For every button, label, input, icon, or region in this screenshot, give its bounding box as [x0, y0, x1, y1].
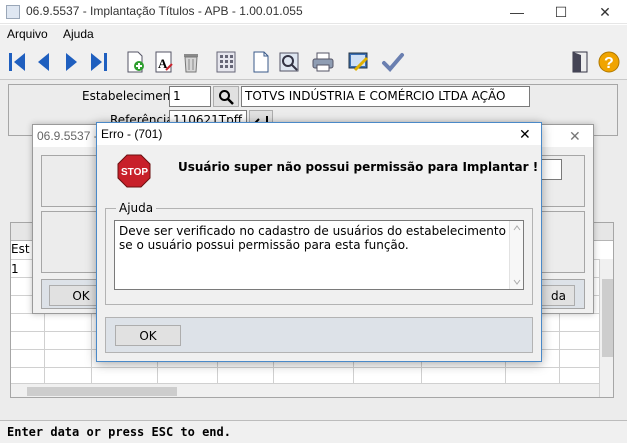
help-glyph: ? [604, 55, 614, 72]
error-dialog-button-panel: OK [105, 317, 533, 353]
close-icon: ✕ [599, 3, 611, 20]
help-group: Ajuda Deve ser verificado no cadastro de… [105, 201, 533, 305]
close-button[interactable]: ✕ [583, 0, 627, 24]
grid-hscroll-thumb[interactable] [27, 387, 177, 396]
print-preview-button[interactable] [276, 48, 302, 76]
first-record-button[interactable] [4, 48, 30, 76]
title-bar: 06.9.5537 - Implantação Títulos - APB - … [0, 0, 627, 24]
background-dialog-title: 06.9.5537 - [37, 129, 98, 143]
estabelecimento-search-button[interactable] [213, 86, 239, 107]
status-bar: Enter data or press ESC to end. [0, 420, 627, 443]
grid-header-est: Est [11, 242, 30, 256]
print-preview-icon [279, 52, 299, 72]
confirm-button[interactable] [380, 48, 406, 76]
menu-ajuda[interactable]: Ajuda [63, 27, 94, 41]
help-line-2: se o usuário possui permissão para esta … [119, 238, 409, 252]
next-record-button[interactable] [58, 48, 84, 76]
help-textarea[interactable]: Deve ser verificado no cadastro de usuár… [114, 220, 524, 290]
calculator-button[interactable] [213, 48, 239, 76]
edit-record-icon: A [155, 51, 173, 73]
estabelecimento-name: TOTVS INDÚSTRIA E COMÉRCIO LTDA AÇÃO [241, 86, 530, 107]
notes-button[interactable] [346, 48, 372, 76]
maximize-icon: ☐ [554, 3, 568, 20]
previous-record-icon [38, 53, 49, 71]
new-document-icon [253, 51, 269, 73]
help-button[interactable]: ? [596, 48, 622, 76]
error-dialog: Erro - (701) ✕ STOP Usuário super não po… [96, 122, 542, 362]
grid-line [11, 367, 613, 368]
calculator-icon [216, 51, 236, 73]
error-dialog-title: Erro - (701) [101, 127, 163, 141]
first-record-icon [9, 53, 25, 71]
add-record-icon [127, 51, 144, 73]
search-icon [219, 89, 234, 105]
help-scrollbar[interactable] [509, 221, 523, 289]
stop-icon-text: STOP [121, 167, 148, 178]
help-line-1: Deve ser verificado no cadastro de usuár… [119, 224, 506, 238]
status-text: Enter data or press ESC to end. [7, 425, 231, 439]
last-record-icon [91, 53, 107, 71]
grid-horizontal-scrollbar[interactable] [11, 383, 599, 397]
stop-icon: STOP [117, 154, 151, 188]
menu-bar: Arquivo Ajuda [0, 25, 627, 44]
help-icon: ? [598, 51, 620, 73]
last-record-button[interactable] [86, 48, 112, 76]
print-icon [312, 52, 334, 72]
add-record-button[interactable] [122, 48, 148, 76]
toolbar: A ? [0, 44, 627, 80]
help-legend: Ajuda [116, 201, 157, 215]
grid-cell-est: 1 [11, 262, 19, 276]
menu-arquivo[interactable]: Arquivo [7, 27, 48, 41]
grid-vertical-scrollbar[interactable] [599, 259, 613, 397]
minimize-icon: — [510, 4, 524, 20]
error-dialog-close-icon[interactable]: ✕ [519, 126, 531, 143]
notes-icon [348, 52, 369, 72]
print-button[interactable] [310, 48, 336, 76]
estabelecimento-input[interactable]: 1 [169, 86, 211, 107]
background-dialog-close-icon[interactable]: ✕ [569, 128, 581, 145]
error-message: Usuário super não possui permissão para … [178, 160, 539, 174]
previous-record-button[interactable] [30, 48, 56, 76]
minimize-button[interactable]: — [495, 0, 539, 24]
check-icon [382, 53, 404, 72]
maximize-button[interactable]: ☐ [539, 0, 583, 24]
new-document-button[interactable] [248, 48, 274, 76]
window-title: 06.9.5537 - Implantação Títulos - APB - … [26, 4, 303, 18]
next-record-icon [66, 53, 77, 71]
delete-record-icon [184, 54, 198, 73]
error-ok-button[interactable]: OK [115, 325, 181, 346]
edit-record-button[interactable]: A [150, 48, 176, 76]
exit-button[interactable] [567, 48, 593, 76]
error-dialog-titlebar: Erro - (701) ✕ [97, 123, 541, 145]
delete-record-button[interactable] [178, 48, 204, 76]
exit-icon [572, 51, 588, 73]
app-icon [6, 5, 20, 19]
help-scroll-arrows-icon [513, 225, 521, 285]
grid-scroll-thumb[interactable] [602, 279, 613, 357]
